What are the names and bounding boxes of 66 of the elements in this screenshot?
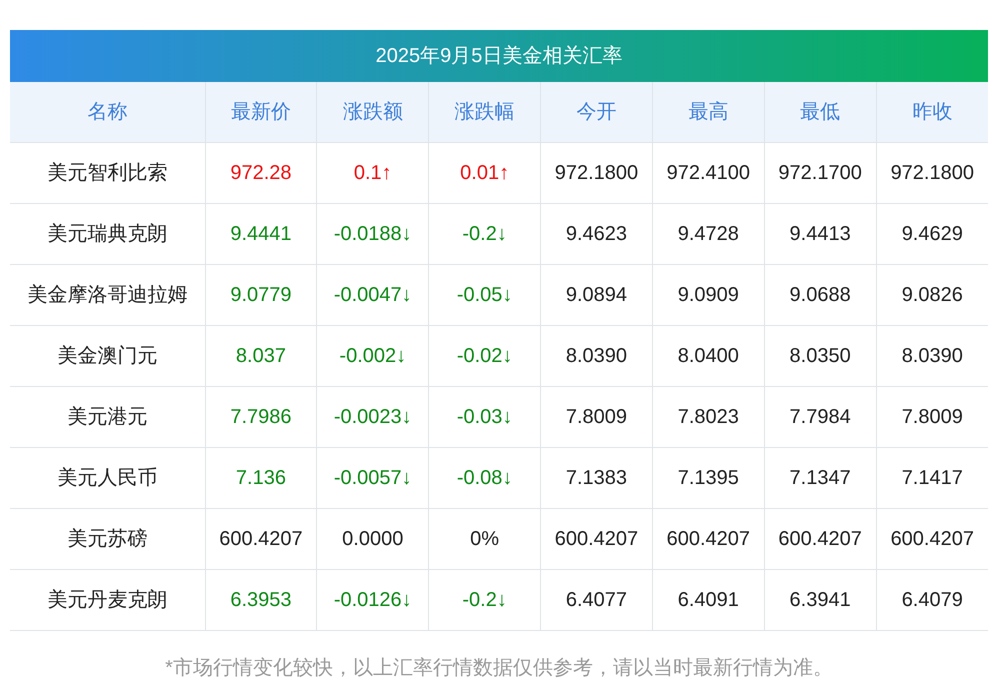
table-cell: 7.1383 [540,447,652,508]
table-cell: 8.0400 [652,325,764,386]
currency-pair-cell: 美元苏磅 [10,508,205,569]
currency-pair-cell: 美元智利比索 [10,142,205,203]
table-cell: 7.8009 [540,386,652,447]
table-cell: 9.0909 [652,264,764,325]
table-cell: 7.7984 [764,386,876,447]
table-cell: -0.0057↓ [316,447,429,508]
table-cell: 7.1347 [764,447,876,508]
table-cell: 9.4441 [205,203,317,264]
table-cell: 9.4728 [652,203,764,264]
table-cell: -0.03↓ [428,386,541,447]
currency-pair-cell: 美元瑞典克朗 [10,203,205,264]
table-cell: 6.4091 [652,569,764,630]
table-title: 2025年9月5日美金相关汇率 [10,30,988,82]
column-header: 昨收 [876,82,988,142]
table-cell: 6.3953 [205,569,317,630]
column-header: 最新价 [205,82,317,142]
table-cell: 9.4413 [764,203,876,264]
table-cell: 0.1↑ [316,142,429,203]
table-cell: -0.2↓ [428,569,541,630]
table-cell: -0.0023↓ [316,386,429,447]
currency-pair-cell: 美金摩洛哥迪拉姆 [10,264,205,325]
currency-pair-cell: 美金澳门元 [10,325,205,386]
table-cell: 7.8023 [652,386,764,447]
table-cell: -0.002↓ [316,325,429,386]
table-cell: 9.4623 [540,203,652,264]
table-cell: 8.037 [205,325,317,386]
table-cell: -0.0188↓ [316,203,429,264]
table-cell: 0.01↑ [428,142,541,203]
currency-pair-cell: 美元丹麦克朗 [10,569,205,630]
table-cell: 600.4207 [205,508,317,569]
table-cell: 0.0000 [316,508,429,569]
column-header: 最低 [764,82,876,142]
table-cell: -0.05↓ [428,264,541,325]
table-cell: 600.4207 [540,508,652,569]
table-cell: 8.0350 [764,325,876,386]
table-cell: 600.4207 [764,508,876,569]
table-cell: 7.136 [205,447,317,508]
table-cell: 9.0779 [205,264,317,325]
column-header: 名称 [10,82,205,142]
table-cell: 6.4077 [540,569,652,630]
table-cell: 6.3941 [764,569,876,630]
table-cell: 9.0688 [764,264,876,325]
table-cell: -0.08↓ [428,447,541,508]
table-cell: 9.0894 [540,264,652,325]
currency-pair-cell: 美元人民币 [10,447,205,508]
table-cell: -0.02↓ [428,325,541,386]
table-cell: 600.4207 [652,508,764,569]
column-header: 最高 [652,82,764,142]
table-cell: -0.0047↓ [316,264,429,325]
table-cell: 972.28 [205,142,317,203]
table-cell: -0.2↓ [428,203,541,264]
table-cell: 8.0390 [540,325,652,386]
table-cell: -0.0126↓ [316,569,429,630]
column-header: 涨跌幅 [428,82,541,142]
table-cell: 0% [428,508,541,569]
table-cell: 972.4100 [652,142,764,203]
footnote: *市场行情变化较快，以上汇率行情数据仅供参考，请以当时最新行情为准。 [164,656,834,680]
currency-pair-cell: 美元港元 [10,386,205,447]
table-cell: 7.1395 [652,447,764,508]
table-cell: 972.1800 [540,142,652,203]
column-header: 涨跌额 [316,82,429,142]
table-cell: 972.1700 [764,142,876,203]
table-cell: 7.7986 [205,386,317,447]
column-header: 今开 [540,82,652,142]
